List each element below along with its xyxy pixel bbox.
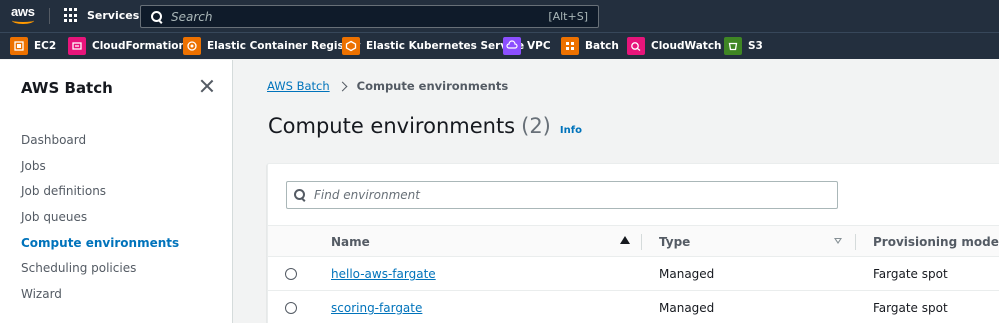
- info-link[interactable]: Info: [560, 125, 582, 136]
- ec2-icon: [10, 37, 28, 55]
- favorite-label: Batch: [585, 40, 619, 52]
- favorites-bar: EC2 CloudFormation Elastic Container Reg…: [0, 32, 999, 59]
- sidebar-item-wizard[interactable]: Wizard: [21, 286, 179, 312]
- favorite-label: EC2: [34, 40, 57, 52]
- favorite-eks[interactable]: Elastic Kubernetes Service: [342, 37, 524, 55]
- search-placeholder: Search: [171, 9, 213, 24]
- search-icon: [294, 189, 306, 201]
- sort-ascending-icon[interactable]: [620, 236, 630, 244]
- column-header-provisioning-model[interactable]: Provisioning model: [873, 235, 999, 249]
- sidebar-item-scheduling-policies[interactable]: Scheduling policies: [21, 260, 179, 286]
- favorite-label: CloudWatch: [651, 40, 722, 52]
- table-row[interactable]: hello-aws-fargate Managed Fargate spot: [268, 257, 999, 291]
- row-select-radio[interactable]: [285, 302, 297, 314]
- environment-name-link[interactable]: hello-aws-fargate: [331, 267, 436, 281]
- sidebar-item-compute-environments[interactable]: Compute environments: [21, 235, 179, 261]
- column-divider[interactable]: [855, 234, 856, 250]
- side-navigation: AWS Batch Dashboard Jobs Job definitions…: [0, 60, 233, 323]
- nav-divider: [49, 8, 50, 24]
- batch-icon: [561, 37, 579, 55]
- favorite-ecr[interactable]: Elastic Container Registry: [183, 37, 361, 55]
- environment-provisioning-model: Fargate spot: [873, 267, 948, 281]
- breadcrumb: AWS Batch Compute environments: [267, 79, 508, 93]
- eks-icon: [342, 37, 360, 55]
- favorite-s3[interactable]: S3: [724, 37, 763, 55]
- grid-icon: [64, 8, 79, 23]
- sidebar-title[interactable]: AWS Batch: [21, 79, 113, 97]
- page-header: Compute environments (2) Info: [268, 114, 582, 138]
- page-title: Compute environments: [268, 114, 516, 138]
- sidebar-item-dashboard[interactable]: Dashboard: [21, 132, 179, 158]
- aws-smile-icon: [12, 17, 34, 24]
- vpc-icon: [503, 37, 521, 55]
- sidebar-items: Dashboard Jobs Job definitions Job queue…: [21, 132, 179, 312]
- column-header-name[interactable]: Name: [331, 235, 370, 249]
- aws-logo[interactable]: aws: [11, 5, 37, 26]
- sort-descending-icon[interactable]: [834, 238, 842, 244]
- sidebar-item-jobs[interactable]: Jobs: [21, 158, 179, 184]
- favorite-cloudformation[interactable]: CloudFormation: [68, 37, 186, 55]
- filter-placeholder: Find environment: [314, 188, 420, 202]
- sidebar-item-job-definitions[interactable]: Job definitions: [21, 183, 179, 209]
- search-input[interactable]: Search [Alt+S]: [140, 5, 599, 28]
- services-menu-button[interactable]: Services: [64, 8, 139, 23]
- environment-provisioning-model: Fargate spot: [873, 301, 948, 315]
- favorite-label: CloudFormation: [92, 40, 186, 52]
- cloudformation-icon: [68, 37, 86, 55]
- services-label: Services: [87, 9, 140, 22]
- close-icon[interactable]: [200, 79, 214, 93]
- search-shortcut: [Alt+S]: [548, 10, 588, 23]
- environment-name-link[interactable]: scoring-fargate: [331, 301, 422, 315]
- search-icon: [151, 10, 163, 23]
- breadcrumb-current: Compute environments: [356, 79, 509, 93]
- breadcrumb-root-link[interactable]: AWS Batch: [267, 79, 330, 93]
- table-row[interactable]: scoring-fargate Managed Fargate spot: [268, 291, 999, 323]
- environment-type: Managed: [659, 267, 715, 281]
- favorite-label: Elastic Container Registry: [207, 40, 361, 52]
- favorite-label: VPC: [527, 40, 551, 52]
- column-header-type[interactable]: Type: [659, 235, 690, 249]
- table-header: Name Type Provisioning model: [268, 225, 999, 257]
- chevron-right-icon: [337, 81, 348, 91]
- environment-type: Managed: [659, 301, 715, 315]
- column-divider[interactable]: [641, 234, 642, 250]
- find-environment-input[interactable]: Find environment: [286, 181, 838, 209]
- row-select-radio[interactable]: [285, 268, 297, 280]
- favorite-cloudwatch[interactable]: CloudWatch: [627, 37, 722, 55]
- sidebar-item-job-queues[interactable]: Job queues: [21, 209, 179, 235]
- favorite-label: Elastic Kubernetes Service: [366, 40, 525, 52]
- favorite-vpc[interactable]: VPC: [503, 37, 551, 55]
- favorite-label: S3: [748, 40, 763, 52]
- s3-icon: [724, 37, 742, 55]
- favorite-batch[interactable]: Batch: [561, 37, 619, 55]
- page-count: (2): [521, 114, 551, 138]
- ecr-icon: [183, 37, 201, 55]
- cloudwatch-icon: [627, 37, 645, 55]
- favorite-ec2[interactable]: EC2: [10, 37, 56, 55]
- top-navigation: aws Services Search [Alt+S]: [0, 0, 999, 32]
- compute-environments-table: Find environment Name Type Provisioning …: [267, 163, 999, 323]
